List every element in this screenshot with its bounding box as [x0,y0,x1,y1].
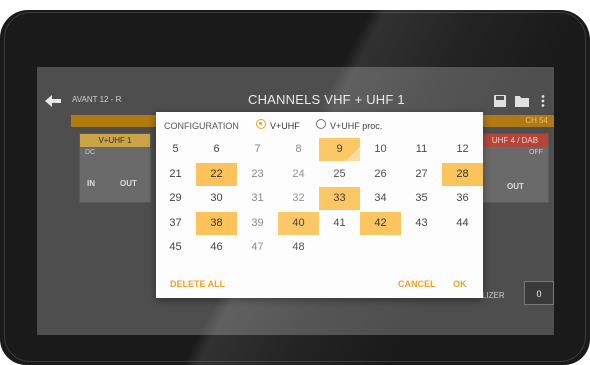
channel-cell[interactable]: 33 [319,187,360,210]
more-vert-icon[interactable] [541,95,545,107]
channel-cell[interactable]: 44 [442,212,483,235]
app-title: AVANT 12 - R [72,95,122,104]
channel-cell[interactable]: 12 [442,138,483,161]
bg-panel-left: V+UHF 1 DC [79,133,151,203]
configuration-label: CONFIGURATION [164,121,239,131]
channel-cell[interactable]: 46 [196,236,237,259]
banner-text: CH 54 [525,116,548,125]
bg-panel-right-header: UHF 4 / DAB [482,134,548,147]
option-v-uhf[interactable]: V+UHF [270,121,300,131]
channel-cell[interactable]: 34 [360,187,401,210]
channel-cell[interactable]: 42 [360,211,401,235]
channel-cell[interactable]: 6 [196,138,237,161]
channel-cell[interactable]: 47 [237,236,278,259]
channel-cell[interactable]: 28 [442,162,483,186]
option-v-uhf-proc[interactable]: V+UHF proc. [330,121,382,131]
channel-cell[interactable]: 11 [401,138,442,161]
channels-dialog: CONFIGURATION V+UHF V+UHF proc. 5 6 7 8 9 10 1… [156,112,483,298]
channel-cell[interactable]: 27 [401,163,442,186]
radio-icon[interactable] [256,119,266,129]
channel-cell[interactable]: 8 [278,138,319,161]
channel-cell[interactable]: 45 [155,236,196,259]
channel-cell[interactable]: 10 [360,138,401,161]
channel-cell[interactable]: 30 [196,187,237,210]
ok-button[interactable]: OK [453,279,467,289]
dialog-title: CHANNELS VHF + UHF 1 [248,92,405,107]
delete-all-button[interactable]: DELETE ALL [170,279,225,289]
channel-cell[interactable]: 23 [237,163,278,186]
channel-cell[interactable]: 48 [278,236,319,259]
channel-cell[interactable]: 21 [155,163,196,186]
bg-in-label: IN [87,179,95,188]
folder-icon[interactable] [515,95,529,107]
channel-cell[interactable]: 40 [278,211,319,235]
channel-cell[interactable]: 29 [155,187,196,210]
channel-cell[interactable]: 32 [278,187,319,210]
back-arrow-icon[interactable] [45,95,61,107]
cancel-button[interactable]: CANCEL [398,279,436,289]
channel-cell[interactable]: 43 [401,212,442,235]
bg-right-out-label: OUT [507,182,524,191]
radio-icon[interactable] [316,119,326,129]
bg-equalizer-value[interactable]: 0 [524,281,554,305]
channel-cell[interactable]: 5 [155,138,196,161]
channel-cell[interactable]: 7 [237,138,278,161]
save-icon[interactable] [494,95,506,107]
channel-cell[interactable]: 25 [319,163,360,186]
channel-cell[interactable]: 38 [196,211,237,235]
bg-out-label: OUT [120,179,137,188]
channel-cell[interactable]: 41 [319,212,360,235]
channel-cell[interactable]: 35 [401,187,442,210]
channel-cell[interactable]: 37 [155,212,196,235]
bg-panel-left-header: V+UHF 1 [80,134,150,147]
channel-cell[interactable]: 9 [319,138,360,161]
channel-cell[interactable]: 36 [442,187,483,210]
bg-panel-left-small: DC [85,149,96,156]
bg-panel-right: UHF 4 / DAB OFF [481,133,549,203]
channel-cell[interactable]: 39 [237,212,278,235]
channel-cell[interactable]: 22 [196,162,237,186]
channel-cell[interactable]: 24 [278,163,319,186]
channel-cell[interactable]: 26 [360,163,401,186]
channel-cell[interactable]: 31 [237,187,278,210]
bg-equalizer-label: LIZER [482,291,505,300]
bg-panel-right-small: OFF [529,149,543,156]
